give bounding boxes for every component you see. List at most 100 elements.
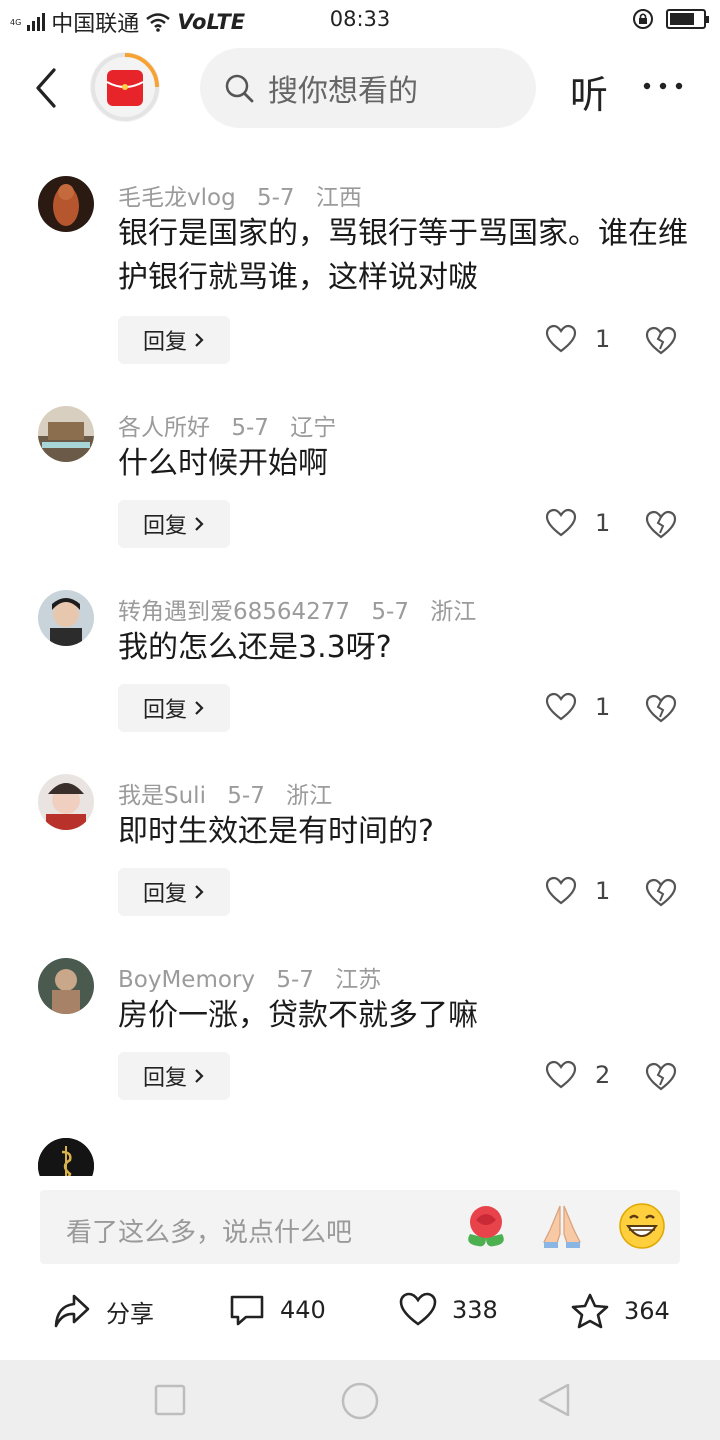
comment-user[interactable]: 各人所好 <box>118 415 210 441</box>
rotation-lock-icon <box>633 9 653 29</box>
comment-text: 什么时候开始啊 <box>118 446 328 481</box>
comment-date: 5-7 <box>231 415 269 441</box>
comment-region: 江西 <box>315 185 362 211</box>
comment-meta: 转角遇到爱68564277 5-7 浙江 <box>118 592 490 626</box>
comment-date: 5-7 <box>371 599 409 625</box>
praying-hands-emoji-icon[interactable] <box>536 1200 588 1252</box>
comment-button[interactable]: 440 <box>228 1292 326 1328</box>
status-bar: 4G 中国联通 VoLTE 08:33 <box>0 0 720 38</box>
reply-label: 回复 <box>142 330 187 355</box>
grinning-emoji-icon[interactable] <box>616 1200 668 1252</box>
search-placeholder: 搜你想看的 <box>268 74 418 109</box>
reply-button[interactable]: 回复 <box>118 868 230 916</box>
nav-back-icon[interactable] <box>536 1382 570 1418</box>
avatar[interactable] <box>38 958 94 1014</box>
comment-user[interactable]: 转角遇到爱68564277 <box>118 599 350 625</box>
comment-region: 浙江 <box>286 783 333 809</box>
comment-user[interactable]: BoyMemory <box>118 967 255 993</box>
share-icon <box>54 1294 90 1328</box>
logo-ring-icon <box>91 53 159 121</box>
avatar[interactable] <box>38 590 94 646</box>
favorite-button[interactable]: 364 <box>570 1292 670 1330</box>
reply-button[interactable]: 回复 <box>118 1052 230 1100</box>
broken-heart-icon[interactable] <box>645 1062 677 1092</box>
like-button[interactable]: 1 <box>545 324 610 354</box>
heart-icon <box>545 876 577 905</box>
like-button[interactable]: 1 <box>545 692 610 722</box>
reply-label: 回复 <box>142 1066 187 1091</box>
rose-emoji-icon[interactable] <box>460 1200 512 1252</box>
search-input[interactable]: 搜你想看的 <box>200 48 536 128</box>
like-count: 1 <box>595 877 611 905</box>
comment-user[interactable]: 毛毛龙vlog <box>118 185 236 211</box>
avatar[interactable] <box>38 406 94 462</box>
like-count: 1 <box>595 509 611 537</box>
battery-icon <box>666 9 709 29</box>
comment-meta: 我是Suli 5-7 浙江 <box>118 776 346 810</box>
listen-button[interactable]: 听 <box>570 64 608 119</box>
comment-item: 我是Suli 5-7 浙江 即时生效还是有时间的? 回复 1 <box>0 768 720 952</box>
avatar[interactable] <box>38 176 94 232</box>
comment-text: 我的怎么还是3.3呀? <box>118 630 392 665</box>
heart-icon <box>545 1060 577 1089</box>
like-button[interactable]: 1 <box>545 876 610 906</box>
like-button[interactable]: 2 <box>545 1060 610 1090</box>
comment-user[interactable]: 我是Suli <box>118 783 206 809</box>
comment-list[interactable]: 毛毛龙vlog 5-7 江西 银行是国家的，骂银行等于骂国家。谁在维护银行就骂谁… <box>0 170 720 1176</box>
comment-input-placeholder: 看了这么多，说点什么吧 <box>66 1218 353 1248</box>
chevron-right-icon <box>195 517 204 531</box>
avatar[interactable] <box>38 1138 94 1176</box>
heart-icon <box>545 324 577 353</box>
comment-item: 毛毛龙vlog 5-7 江西 银行是国家的，骂银行等于骂国家。谁在维护银行就骂谁… <box>0 170 720 400</box>
broken-heart-icon[interactable] <box>645 878 677 908</box>
comment-meta: 毛毛龙vlog 5-7 江西 <box>118 178 376 212</box>
comment-meta: 各人所好 5-7 辽宁 <box>118 408 350 442</box>
share-label: 分享 <box>106 1299 154 1328</box>
comment-item: 转角遇到爱68564277 5-7 浙江 我的怎么还是3.3呀? 回复 1 <box>0 584 720 768</box>
reply-label: 回复 <box>142 698 187 723</box>
broken-heart-icon[interactable] <box>645 694 677 724</box>
comment-region: 浙江 <box>430 599 477 625</box>
comment-icon <box>230 1295 264 1326</box>
like-post-count: 338 <box>452 1296 498 1324</box>
reply-button[interactable]: 回复 <box>118 500 230 548</box>
share-button[interactable]: 分享 <box>52 1292 154 1330</box>
like-button[interactable]: 1 <box>545 508 610 538</box>
chevron-right-icon <box>195 1069 204 1083</box>
comment-text: 银行是国家的，骂银行等于骂国家。谁在维护银行就骂谁，这样说对啵 <box>118 216 688 295</box>
chevron-right-icon <box>195 333 204 347</box>
comment-item: BoyMemory 5-7 江苏 房价一涨，贷款不就多了嘛 回复 2 <box>0 952 720 1136</box>
comment-count: 440 <box>280 1296 326 1324</box>
broken-heart-icon[interactable] <box>645 326 677 356</box>
avatar[interactable] <box>38 774 94 830</box>
like-post-button[interactable]: 338 <box>398 1292 498 1328</box>
more-icon[interactable] <box>640 62 686 110</box>
reply-label: 回复 <box>142 882 187 907</box>
reply-label: 回复 <box>142 514 187 539</box>
home-icon[interactable] <box>341 1382 379 1420</box>
like-count: 2 <box>595 1061 611 1089</box>
top-bar: 搜你想看的 听 <box>0 44 720 132</box>
recents-icon[interactable] <box>154 1384 186 1416</box>
comment-meta: BoyMemory 5-7 江苏 <box>118 960 395 994</box>
comment-text: 房价一涨，贷款不就多了嘛 <box>118 998 478 1033</box>
reply-button[interactable]: 回复 <box>118 316 230 364</box>
comment-date: 5-7 <box>227 783 265 809</box>
comment-input[interactable]: 看了这么多，说点什么吧 <box>40 1190 680 1264</box>
comment-region: 辽宁 <box>290 415 337 441</box>
app-logo[interactable] <box>90 52 160 122</box>
heart-icon <box>545 508 577 537</box>
comment-item: 各人所好 5-7 辽宁 什么时候开始啊 回复 1 <box>0 400 720 584</box>
reply-button[interactable]: 回复 <box>118 684 230 732</box>
favorite-count: 364 <box>624 1297 670 1325</box>
system-nav-bar <box>0 1360 720 1440</box>
broken-heart-icon[interactable] <box>645 510 677 540</box>
comment-region: 江苏 <box>335 967 382 993</box>
chevron-right-icon <box>195 701 204 715</box>
chevron-right-icon <box>195 885 204 899</box>
status-time: 08:33 <box>329 7 391 31</box>
comment-date: 5-7 <box>276 967 314 993</box>
action-bar: 分享 440 338 364 <box>0 1282 720 1346</box>
like-count: 1 <box>595 325 611 353</box>
back-icon[interactable] <box>28 66 68 110</box>
